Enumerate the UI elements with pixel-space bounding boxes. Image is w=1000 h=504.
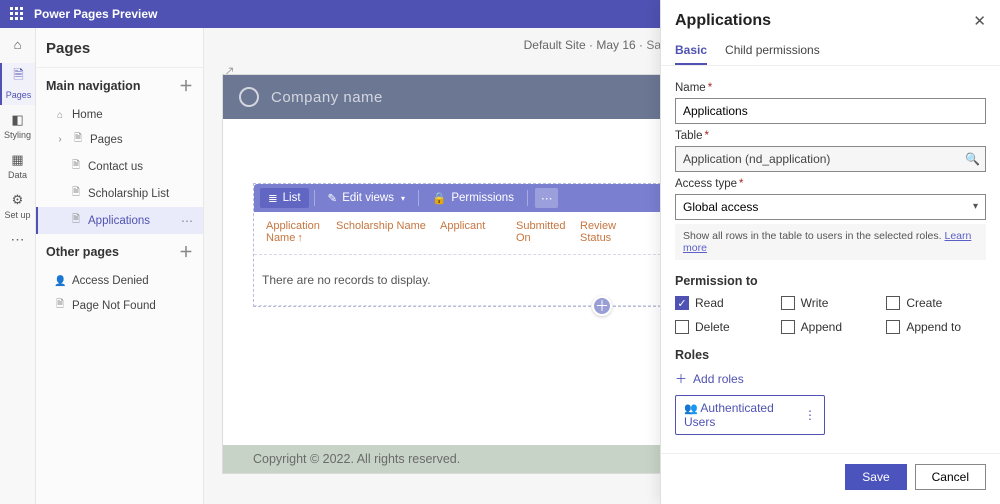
panel-tabs: Basic Child permissions bbox=[661, 38, 1000, 66]
rail-pages[interactable]: 🗎Pages bbox=[0, 63, 35, 105]
tab-child[interactable]: Child permissions bbox=[725, 38, 820, 65]
permissions-section: Permission to bbox=[675, 274, 986, 288]
role-chip[interactable]: 👥 Authenticated Users ⋮ bbox=[675, 395, 825, 435]
checkbox-icon bbox=[675, 320, 689, 334]
person-icon: 👤 bbox=[54, 276, 66, 287]
nav-item-scholarship[interactable]: 🗎Scholarship List bbox=[36, 180, 203, 207]
toolbar-list[interactable]: ≣List bbox=[260, 188, 309, 208]
access-label: Access type* bbox=[675, 178, 986, 190]
perm-read[interactable]: ✓Read bbox=[675, 296, 775, 310]
rail-data[interactable]: ▦Data bbox=[0, 149, 35, 185]
edit-icon: ✎ bbox=[328, 191, 338, 205]
nav-item-pages[interactable]: ›🗎Pages bbox=[36, 126, 203, 153]
app-launcher-icon[interactable] bbox=[10, 7, 24, 21]
rail-more[interactable]: ⋯ bbox=[11, 231, 25, 248]
checkbox-icon bbox=[781, 320, 795, 334]
checkbox-icon bbox=[781, 296, 795, 310]
data-icon: ▦ bbox=[0, 152, 35, 168]
nav-item-access-denied[interactable]: 👤Access Denied bbox=[36, 270, 203, 292]
col-appname[interactable]: Application Name↑ bbox=[260, 220, 330, 244]
col-status[interactable]: Review Status bbox=[574, 220, 634, 244]
perm-create[interactable]: Create bbox=[886, 296, 986, 310]
page-icon: 🗎 bbox=[54, 297, 66, 314]
rail-home[interactable]: ⌂ bbox=[0, 34, 35, 59]
page-icon: 🗎 bbox=[70, 158, 82, 175]
chip-more-icon[interactable]: ⋮ bbox=[804, 408, 816, 422]
table-input[interactable] bbox=[675, 146, 986, 172]
close-icon[interactable]: ✕ bbox=[973, 12, 986, 30]
permissions-panel: Applications ✕ Basic Child permissions N… bbox=[660, 0, 1000, 504]
access-select[interactable] bbox=[675, 194, 986, 220]
name-input[interactable] bbox=[675, 98, 986, 124]
page-icon: 🗎 bbox=[70, 185, 82, 202]
chevron-right-icon: › bbox=[54, 134, 66, 145]
main-nav-section: Main navigation ＋ bbox=[36, 68, 203, 104]
page-icon: 🗎 bbox=[2, 66, 35, 88]
other-pages-section: Other pages ＋ bbox=[36, 234, 203, 270]
home-icon: ⌂ bbox=[54, 110, 66, 121]
checkbox-icon bbox=[886, 296, 900, 310]
add-page-icon[interactable]: ＋ bbox=[179, 76, 193, 96]
perm-appendto[interactable]: Append to bbox=[886, 320, 986, 334]
home-icon: ⌂ bbox=[0, 37, 35, 52]
nav-item-home[interactable]: ⌂Home bbox=[36, 104, 203, 126]
table-label: Table* bbox=[675, 130, 986, 142]
rail-styling[interactable]: ◧Styling bbox=[0, 109, 35, 145]
toolbar-permissions[interactable]: 🔒Permissions bbox=[424, 188, 522, 208]
setup-icon: ⚙ bbox=[0, 192, 35, 208]
perm-write[interactable]: Write bbox=[781, 296, 881, 310]
col-applicant[interactable]: Applicant bbox=[434, 220, 510, 244]
search-icon[interactable]: 🔍 bbox=[965, 152, 980, 166]
checkbox-icon bbox=[886, 320, 900, 334]
list-icon: ≣ bbox=[268, 191, 278, 205]
chevron-down-icon: ▾ bbox=[401, 194, 405, 203]
pages-panel: Pages Main navigation ＋ ⌂Home ›🗎Pages 🗎C… bbox=[36, 28, 204, 504]
cancel-button[interactable]: Cancel bbox=[915, 464, 986, 490]
toolbar-edit-views[interactable]: ✎Edit views▾ bbox=[320, 188, 413, 208]
add-section-icon[interactable]: ＋ bbox=[592, 296, 612, 316]
perm-delete[interactable]: Delete bbox=[675, 320, 775, 334]
site-logo-icon bbox=[239, 87, 259, 107]
sort-asc-icon: ↑ bbox=[297, 232, 303, 244]
panel-title: Applications bbox=[675, 12, 771, 30]
left-rail: ⌂ 🗎Pages ◧Styling ▦Data ⚙Set up ⋯ bbox=[0, 28, 36, 504]
toolbar-more[interactable]: ⋯ bbox=[535, 188, 559, 208]
col-submitted[interactable]: Submitted On bbox=[510, 220, 574, 244]
people-icon: 👥 bbox=[684, 403, 698, 415]
item-more-icon[interactable]: ⋯ bbox=[181, 214, 193, 228]
page-icon: 🗎 bbox=[70, 212, 82, 229]
page-icon: 🗎 bbox=[72, 131, 84, 148]
styling-icon: ◧ bbox=[0, 112, 35, 128]
tab-basic[interactable]: Basic bbox=[675, 38, 707, 65]
perm-append[interactable]: Append bbox=[781, 320, 881, 334]
plus-icon: ＋ bbox=[675, 370, 687, 387]
col-scholarship[interactable]: Scholarship Name bbox=[330, 220, 434, 244]
panel-title: Pages bbox=[36, 28, 203, 68]
helper-text: Show all rows in the table to users in t… bbox=[675, 224, 986, 260]
lock-icon: 🔒 bbox=[432, 191, 446, 205]
add-other-page-icon[interactable]: ＋ bbox=[179, 242, 193, 262]
nav-item-contact[interactable]: 🗎Contact us bbox=[36, 153, 203, 180]
company-name: Company name bbox=[271, 89, 668, 106]
rail-setup[interactable]: ⚙Set up bbox=[0, 189, 35, 225]
nav-item-applications[interactable]: 🗎Applications⋯ bbox=[36, 207, 203, 234]
nav-item-not-found[interactable]: 🗎Page Not Found bbox=[36, 292, 203, 319]
product-name: Power Pages Preview bbox=[34, 7, 157, 21]
roles-section: Roles bbox=[675, 348, 986, 362]
checkbox-icon: ✓ bbox=[675, 296, 689, 310]
name-label: Name* bbox=[675, 82, 986, 94]
add-roles-button[interactable]: ＋Add roles bbox=[675, 370, 986, 387]
save-button[interactable]: Save bbox=[845, 464, 906, 490]
